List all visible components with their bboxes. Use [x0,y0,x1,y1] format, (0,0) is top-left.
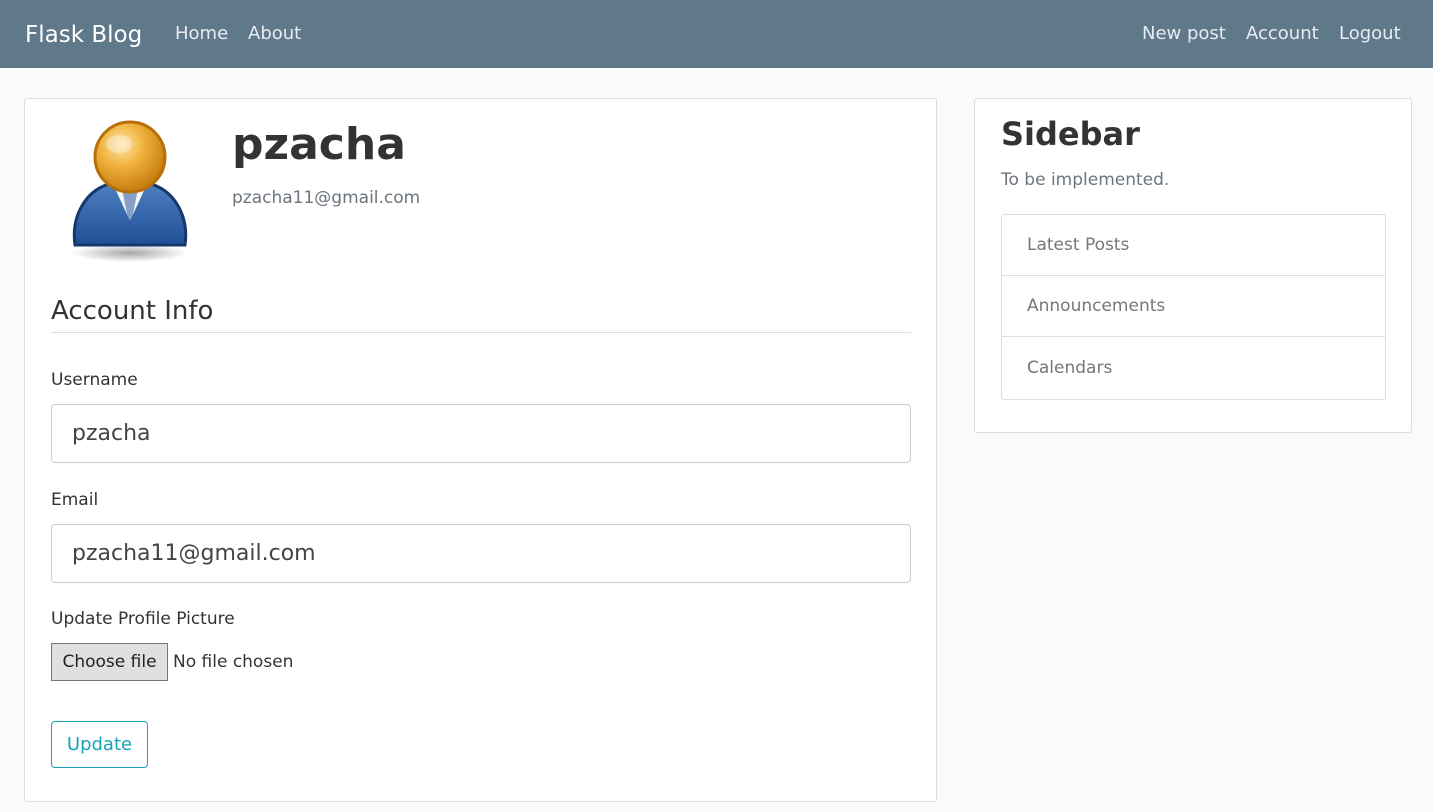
sidebar-title: Sidebar [1001,115,1140,153]
sidebar-item-announcements[interactable]: Announcements [1002,276,1385,337]
username-field[interactable] [51,404,911,463]
navbar-brand[interactable]: Flask Blog [25,20,142,50]
file-status-text: No file chosen [173,652,294,672]
email-field[interactable] [51,524,911,583]
nav-link-logout[interactable]: Logout [1339,22,1401,46]
sidebar-list: Latest Posts Announcements Calendars [1001,214,1386,400]
nav-link-new-post[interactable]: New post [1142,22,1226,46]
nav-link-account[interactable]: Account [1246,22,1319,46]
username-label: Username [51,370,138,390]
navbar: Flask Blog Home About New post Account L… [0,0,1433,68]
user-avatar-icon [72,120,188,262]
sidebar-item-latest-posts[interactable]: Latest Posts [1002,215,1385,276]
update-button[interactable]: Update [51,721,148,768]
choose-file-button[interactable]: Choose file [51,643,168,681]
profile-picture-label: Update Profile Picture [51,609,235,629]
profile-email: pzacha11@gmail.com [232,188,421,208]
nav-link-home[interactable]: Home [175,22,228,46]
profile-username: pzacha [232,119,406,170]
sidebar-description: To be implemented. [1001,170,1170,190]
account-info-heading: Account Info [51,294,911,333]
nav-link-about[interactable]: About [248,22,301,46]
sidebar-item-calendars[interactable]: Calendars [1002,337,1385,399]
email-label: Email [51,490,99,510]
